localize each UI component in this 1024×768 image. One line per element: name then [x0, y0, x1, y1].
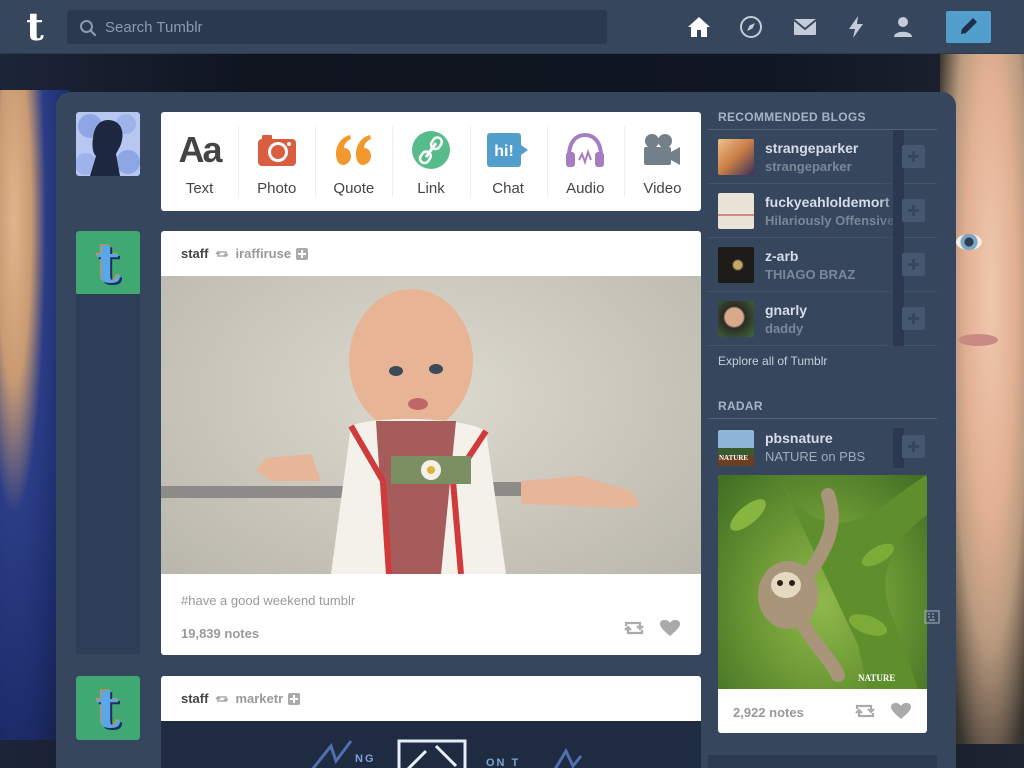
post-actions — [623, 619, 681, 637]
radar-post-actions — [854, 702, 912, 720]
post-photo[interactable] — [161, 276, 701, 574]
banner-graphic — [311, 739, 583, 768]
post-author-avatar[interactable]: t — [76, 231, 140, 295]
post-card: staff iraffiruse #have a good weekend tu… — [161, 231, 701, 655]
text-post-icon: Aa — [178, 129, 223, 170]
recommended-blog-item[interactable]: gnarly daddy — [708, 292, 937, 346]
post-header: staff marketr — [161, 676, 701, 721]
post-type-label: Chat — [492, 180, 524, 197]
explore-all-link[interactable]: Explore all of Tumblr — [718, 354, 827, 368]
post-source-blog[interactable]: iraffiruse — [235, 246, 291, 261]
home-icon[interactable] — [687, 15, 711, 39]
post-type-photo[interactable]: Photo — [238, 112, 315, 211]
post-type-quote[interactable]: Quote — [315, 112, 392, 211]
radar-post-card: NATURE 2,922 notes — [718, 475, 927, 733]
post-type-label: Photo — [257, 180, 297, 197]
background-eye — [956, 234, 982, 250]
recommended-blog-item[interactable]: strangeparker strangeparker — [708, 130, 937, 184]
post-type-text[interactable]: Aa Text — [161, 112, 238, 211]
avatar-silhouette-icon — [76, 114, 140, 176]
sidebar-next-section — [708, 755, 937, 768]
follow-button[interactable] — [902, 253, 925, 276]
quote-icon — [335, 135, 371, 165]
search-icon — [80, 20, 97, 37]
blog-avatar — [718, 301, 754, 337]
camera-icon — [257, 135, 296, 166]
blog-title: NATURE on PBS — [765, 449, 866, 464]
link-icon — [411, 131, 450, 169]
reblog-icon[interactable] — [854, 702, 876, 720]
post-source-blog[interactable]: marketr — [235, 691, 283, 706]
like-heart-icon[interactable] — [890, 702, 912, 720]
blog-avatar: NATURE — [718, 430, 754, 466]
radar-photo-caption: NATURE — [858, 673, 896, 683]
video-camera-icon — [644, 134, 681, 165]
follow-button[interactable] — [902, 199, 925, 222]
banner-text-right: ON T — [486, 757, 521, 768]
chat-icon: hi! — [487, 133, 529, 167]
post-type-label: Link — [417, 180, 445, 197]
follow-button[interactable] — [902, 145, 925, 168]
doll-image — [161, 289, 641, 574]
inbox-icon[interactable] — [793, 15, 817, 39]
post-blog-name[interactable]: staff — [181, 246, 208, 261]
follow-button[interactable] — [902, 307, 925, 330]
post-banner-image[interactable]: NG ON T — [161, 721, 701, 768]
post-author-avatar[interactable]: t — [76, 676, 140, 740]
post-type-bar: Aa Text Photo Quote Link hi! Chat Audio … — [161, 112, 701, 211]
recommended-blog-item[interactable]: z-arb THIAGO BRAZ — [708, 238, 937, 292]
search-box — [67, 10, 607, 44]
reblog-small-icon — [215, 250, 230, 257]
blog-avatar — [718, 139, 754, 175]
follow-button[interactable] — [902, 435, 925, 458]
radar-notes-count[interactable]: 2,922 notes — [733, 705, 804, 720]
post-type-label: Quote — [333, 180, 375, 197]
post-type-audio[interactable]: Audio — [546, 112, 624, 211]
tumblr-t-logo: t — [95, 676, 121, 740]
blog-avatar — [718, 247, 754, 283]
recommended-blogs-heading: RECOMMENDED BLOGS — [718, 110, 866, 124]
post-type-label: Text — [185, 180, 214, 197]
like-heart-icon[interactable] — [659, 619, 681, 637]
sidebar-divider — [708, 418, 937, 419]
radar-heading: RADAR — [718, 399, 763, 413]
avatar-sticky-strip — [76, 294, 140, 654]
post-type-video[interactable]: Video — [623, 112, 701, 211]
pencil-icon — [961, 18, 977, 34]
recommended-blog-item[interactable]: fuckyeahloldemort Hilariously Offensive — [708, 184, 937, 238]
post-type-link[interactable]: Link — [392, 112, 469, 211]
tumblr-t-logo: t — [95, 231, 121, 295]
post-type-label: Audio — [566, 180, 605, 197]
top-navigation-bar: t — [0, 0, 1024, 54]
post-card: staff marketr NG ON T — [161, 676, 701, 768]
svg-text:hi!: hi! — [494, 143, 514, 160]
keyboard-shortcuts-icon[interactable] — [924, 610, 940, 624]
radar-photo[interactable]: NATURE — [718, 475, 927, 689]
blog-name: pbsnature — [765, 430, 833, 446]
explore-icon[interactable] — [739, 15, 763, 39]
post-tags[interactable]: #have a good weekend tumblr — [181, 593, 355, 608]
reblog-small-icon — [215, 695, 230, 702]
follow-plus-icon[interactable] — [288, 692, 301, 705]
radar-avatar-label: NATURE — [719, 454, 749, 462]
blog-avatar — [718, 193, 754, 229]
headphones-icon — [566, 132, 605, 167]
compose-button[interactable] — [946, 11, 991, 43]
post-blog-name[interactable]: staff — [181, 691, 208, 706]
post-type-label: Video — [643, 180, 682, 197]
user-avatar[interactable] — [76, 112, 140, 176]
account-icon[interactable] — [891, 15, 915, 39]
activity-icon[interactable] — [844, 15, 868, 39]
tumblr-logo[interactable]: t — [16, 8, 54, 46]
post-notes-count[interactable]: 19,839 notes — [181, 626, 259, 641]
post-header: staff iraffiruse — [161, 231, 701, 276]
sloth-image — [730, 475, 927, 689]
follow-plus-icon[interactable] — [296, 247, 309, 260]
radar-blog-item[interactable]: NATURE pbsnature NATURE on PBS — [708, 420, 937, 468]
post-type-chat[interactable]: hi! Chat — [469, 112, 547, 211]
search-input[interactable] — [105, 10, 595, 44]
background-lips — [958, 334, 998, 346]
banner-text-left: NG — [355, 753, 376, 765]
reblog-icon[interactable] — [623, 619, 645, 637]
